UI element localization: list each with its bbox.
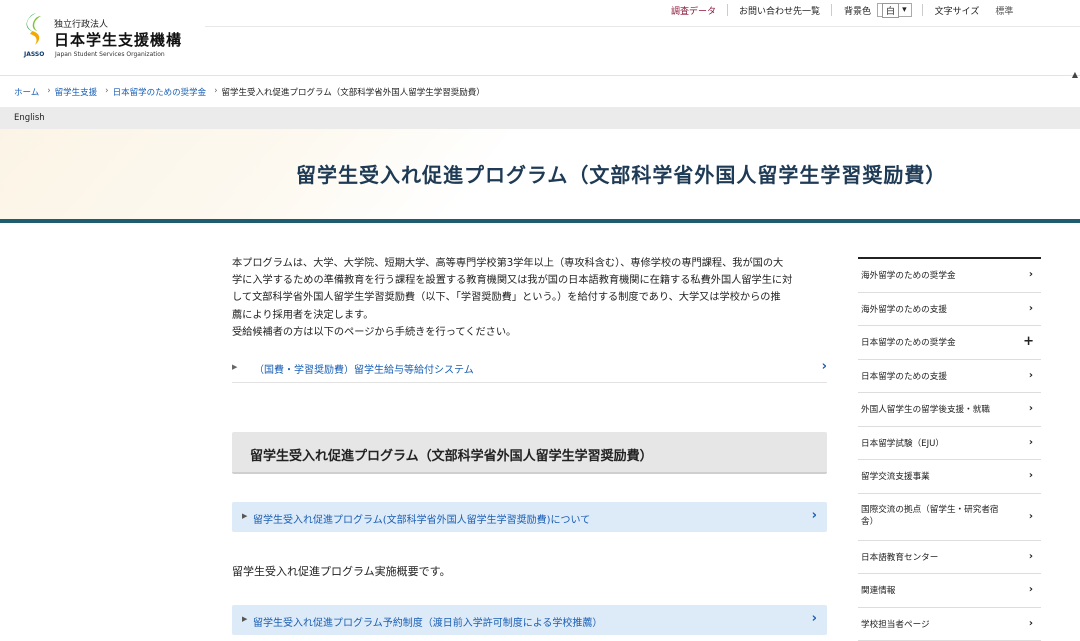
intro-text: 本プログラムは、大学、大学院、短期大学、高等専門学校第3学年以上（専攻科含む）、… [232, 255, 832, 341]
triangle-right-icon: ▶ [232, 363, 238, 371]
sidebar-item-label: 外国人留学生の留学後支援・就職 [861, 405, 990, 415]
sidebar-item-label: 海外留学のための奨学金 [861, 271, 956, 281]
font-size-standard-button[interactable]: 標準 [995, 4, 1013, 17]
sidebar-item-label: 関連情報 [861, 586, 896, 596]
bg-color-label: 背景色 [844, 6, 872, 17]
bg-color-select[interactable]: 白 ▾ [877, 2, 912, 18]
sidebar-item-related-info[interactable]: 関連情報 › [858, 574, 1041, 608]
site-logo[interactable]: 独立行政法人 日本学生支援機構 JASSO Japan Student Serv… [22, 12, 192, 62]
sidebar-item-label: 日本留学のための支援 [861, 371, 947, 382]
program-about-link[interactable]: ▶ 留学生受入れ促進プログラム(文部科学省外国人留学生学習奨励費)について › [232, 502, 827, 532]
jasso-logo-icon [26, 13, 41, 45]
sidebar-item-label: 国際交流の拠点（留学生・研究者宿舎） [861, 504, 999, 527]
logo-jasso-text: JASSO [24, 51, 45, 58]
payment-system-link[interactable]: ▶ （国費・学習奨励費）留学生給与等給付システム › [232, 352, 827, 383]
chevron-right-icon: › [811, 508, 817, 523]
breadcrumb-student-support[interactable]: 留学生支援 [55, 86, 98, 98]
payment-system-label: （国費・学習奨励費）留学生給与等給付システム [254, 365, 474, 376]
triangle-right-icon: ▶ [242, 512, 248, 520]
intro-line: 学に入学するための準備教育を行う課程を設置する教育機関又は我が国の日本語教育機関… [232, 275, 793, 287]
chevron-right-icon: › [1028, 269, 1033, 280]
sidebar-item-overseas-support[interactable]: 海外留学のための支援 › [858, 293, 1041, 326]
program-about-label: 留学生受入れ促進プログラム(文部科学省外国人留学生学習奨励費)について [253, 515, 591, 526]
chevron-right-icon: › [1028, 584, 1033, 595]
chevron-down-icon: ▾ [902, 5, 907, 15]
breadcrumb-scholarships-japan[interactable]: 日本留学のための奨学金 [113, 86, 207, 98]
page-title: 留学生受入れ促進プログラム（文部科学省外国人留学生学習奨励費） [296, 163, 947, 187]
chevron-right-icon: › [1028, 403, 1033, 414]
intro-line: 本プログラムは、大学、大学院、短期大学、高等専門学校第3学年以上（専攻科含む）、… [232, 258, 784, 269]
sidebar-item-eju[interactable]: 日本留学試験（EJU） › [858, 427, 1041, 460]
plus-icon: + [1023, 334, 1034, 349]
sidebar-item-label: 日本語教育センター [861, 552, 939, 563]
sidebar-item-label: 学校担当者ページ [861, 619, 930, 630]
chevron-right-icon: › [1028, 436, 1033, 448]
chevron-right-icon: › [1028, 470, 1033, 481]
intro-line: 受給候補者の方は以下のページから手続きを行ってください。 [232, 326, 517, 338]
hero-underline [0, 219, 1080, 223]
chevron-right-icon: › [1028, 617, 1033, 629]
font-size-label: 文字サイズ [934, 6, 980, 17]
reservation-system-link[interactable]: ▶ 留学生受入れ促進プログラム予約制度（渡日前入学許可制度による学校推薦） › [232, 605, 827, 635]
bg-color-value: 白 [882, 2, 900, 18]
chevron-right-icon: › [821, 359, 827, 374]
chevron-right-icon: › [1028, 510, 1033, 522]
breadcrumb: ホーム › 留学生支援 › 日本留学のための奨学金 › 留学生受入れ促進プログラ… [14, 86, 493, 98]
program-overview-text: 留学生受入れ促進プログラム実施概要です。 [232, 565, 451, 578]
section-heading-text: 留学生受入れ促進プログラム（文部科学省外国人留学生学習奨励費） [250, 449, 653, 464]
sidebar-item-career-support[interactable]: 外国人留学生の留学後支援・就職 › [858, 393, 1041, 427]
sidebar-item-label: 日本留学のための奨学金 [861, 338, 956, 348]
intro-line: して文部科学省外国人留学生学習奨励費（以下、「学習奨励費」という。）を給付する制… [232, 292, 781, 304]
sidebar-item-language-center[interactable]: 日本語教育センター › [858, 541, 1041, 574]
scroll-up-icon[interactable]: ▲ [1072, 70, 1078, 79]
sidebar-item-exchange-hub[interactable]: 国際交流の拠点（留学生・研究者宿舎） › [858, 494, 1041, 541]
reservation-system-label: 留学生受入れ促進プログラム予約制度（渡日前入学許可制度による学校推薦） [253, 618, 603, 629]
logo-org-name: 日本学生支援機構 [54, 31, 183, 49]
chevron-right-icon: › [811, 611, 817, 626]
sidebar-item-label: 日本留学試験（EJU） [861, 438, 945, 449]
triangle-right-icon: ▶ [242, 615, 248, 623]
chevron-right-icon: › [47, 86, 51, 96]
logo-english-name: Japan Student Services Organization [55, 51, 165, 58]
english-link[interactable]: English [14, 113, 45, 123]
intro-line: 薦により採用者を決定します。 [232, 309, 374, 321]
language-bar: English [0, 107, 1080, 129]
breadcrumb-home[interactable]: ホーム [14, 86, 39, 98]
page-hero: 留学生受入れ促進プログラム（文部科学省外国人留学生学習奨励費） [0, 129, 1080, 219]
site-header: 独立行政法人 日本学生支援機構 JASSO Japan Student Serv… [0, 0, 1080, 79]
chevron-right-icon: › [1028, 369, 1033, 381]
section-heading: 留学生受入れ促進プログラム（文部科学省外国人留学生学習奨励費） [232, 432, 827, 474]
chevron-right-icon: › [214, 86, 218, 96]
chevron-right-icon: › [1028, 550, 1033, 562]
sidebar-item-exchange-support[interactable]: 留学交流支援事業 › [858, 460, 1041, 494]
sidebar-item-label: 留学交流支援事業 [861, 472, 930, 482]
breadcrumb-current: 留学生受入れ促進プログラム（文部科学省外国人留学生学習奨励費） [221, 88, 485, 98]
contact-list-link[interactable]: お問い合わせ先一覧 [728, 4, 831, 17]
util-divider [831, 4, 833, 16]
util-divider [921, 4, 923, 16]
sidebar-item-japan-scholarship[interactable]: 日本留学のための奨学金 + [858, 326, 1041, 360]
sidebar-item-label: 海外留学のための支援 [861, 304, 947, 315]
header-divider [205, 26, 1080, 27]
sidebar-nav: 海外留学のための奨学金 › 海外留学のための支援 › 日本留学のための奨学金 +… [858, 257, 1041, 641]
chevron-right-icon: › [105, 86, 109, 96]
sidebar-item-school-staff[interactable]: 学校担当者ページ › [858, 608, 1041, 641]
sidebar-item-japan-support[interactable]: 日本留学のための支援 › [858, 360, 1041, 393]
sidebar-item-overseas-scholarship[interactable]: 海外留学のための奨学金 › [858, 259, 1041, 293]
chevron-right-icon: › [1028, 302, 1033, 314]
utility-nav: 調査データ お問い合わせ先一覧 背景色 白 ▾ 文字サイズ 標準 [660, 0, 1013, 20]
survey-data-link[interactable]: 調査データ [660, 4, 727, 17]
